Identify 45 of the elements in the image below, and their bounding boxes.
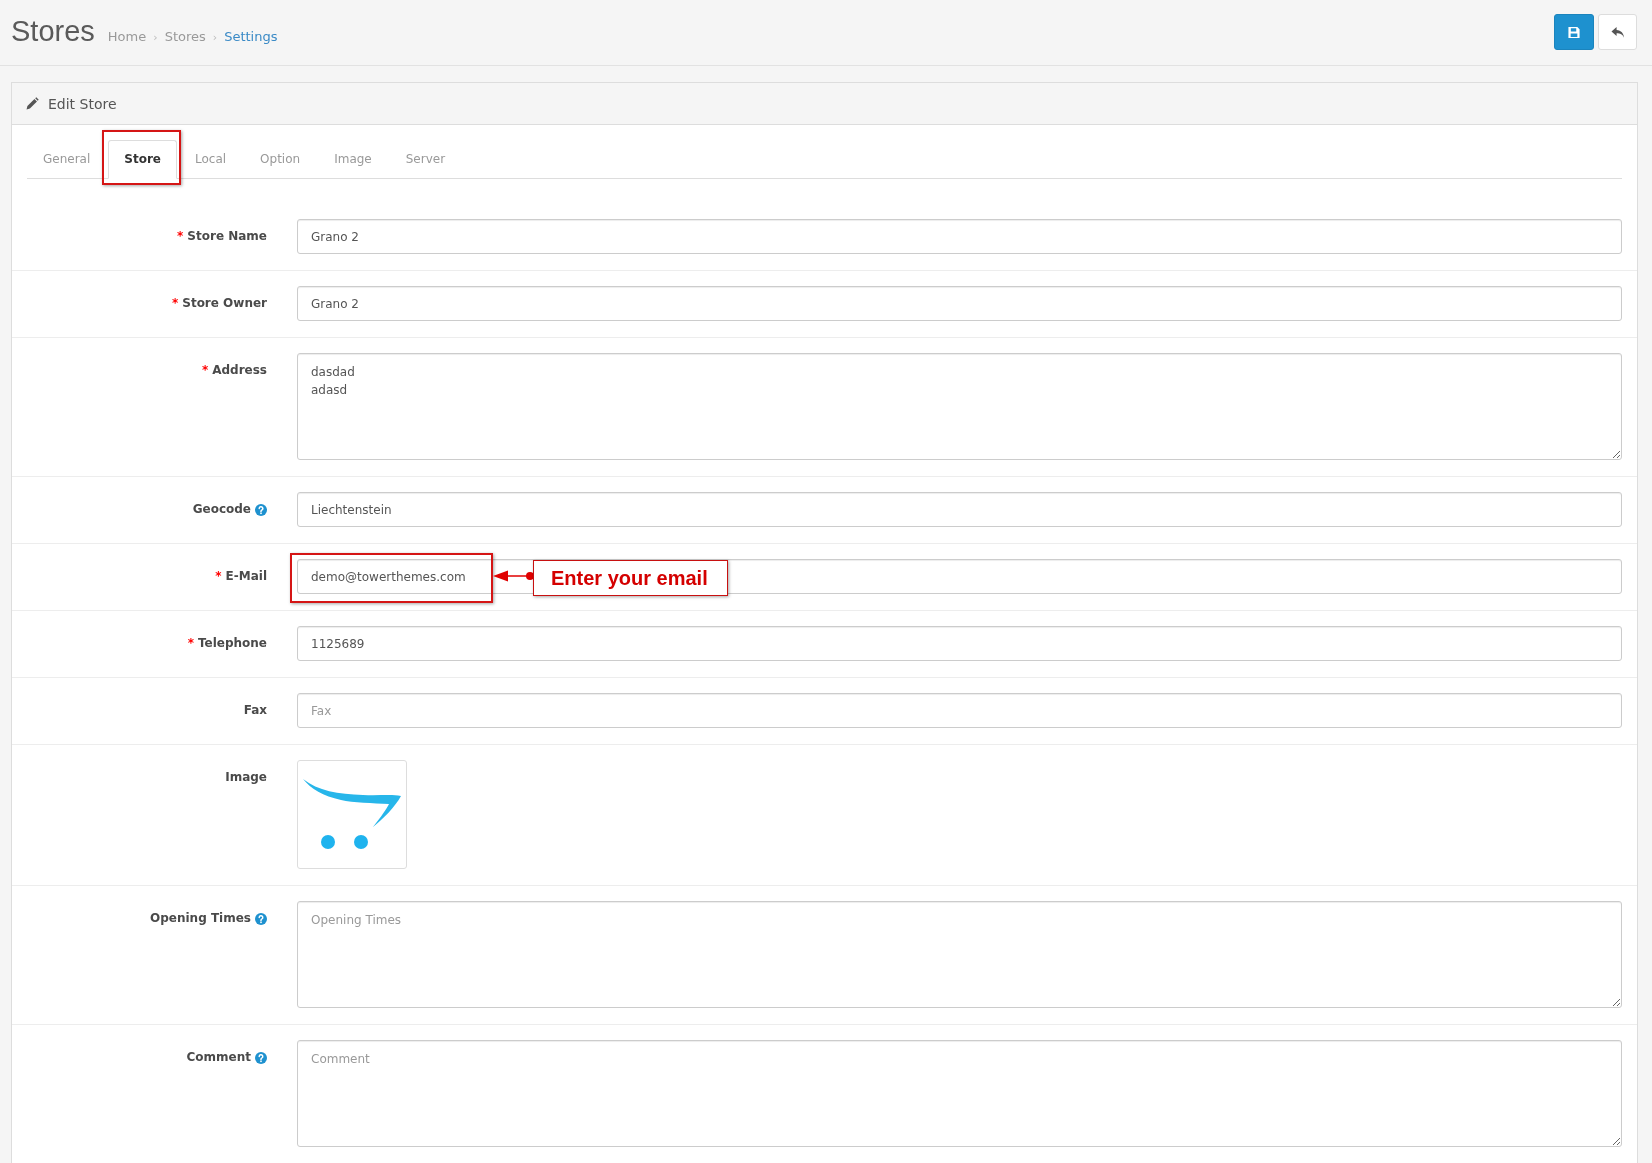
field-label: Comment xyxy=(186,1049,251,1066)
required-mark: * xyxy=(177,228,184,245)
field-label: Fax xyxy=(243,702,267,719)
arrow-icon xyxy=(493,569,534,583)
text-area[interactable]: dasdad adasd xyxy=(297,353,1622,460)
tab[interactable]: Store xyxy=(108,140,177,179)
field-label: Image xyxy=(225,769,267,786)
text-input[interactable]: 1125689 xyxy=(297,626,1622,661)
field-label: Geocode xyxy=(192,501,251,518)
back-button[interactable] xyxy=(1598,14,1637,50)
field-label: Opening Times xyxy=(150,910,251,927)
breadcrumb-separator: › xyxy=(152,30,159,44)
cart-logo-icon xyxy=(303,777,403,850)
reply-arrow-icon xyxy=(1610,25,1625,39)
text-area[interactable]: Opening Times xyxy=(297,901,1622,1008)
text-input[interactable]: Grano 2 xyxy=(297,286,1622,321)
field-label: Store Name xyxy=(187,228,267,245)
required-mark: * xyxy=(171,295,179,312)
field-label: Store Owner xyxy=(182,295,267,312)
save-icon xyxy=(1567,25,1581,39)
tab[interactable]: Server xyxy=(389,140,462,179)
save-button[interactable] xyxy=(1554,14,1594,50)
breadcrumb-link[interactable]: Stores xyxy=(164,28,206,44)
image-thumbnail[interactable] xyxy=(297,760,407,869)
breadcrumb-link[interactable]: Home xyxy=(107,28,147,44)
tab[interactable]: Local xyxy=(179,140,243,179)
tab[interactable]: Image xyxy=(318,140,388,179)
callout-note: Enter your email xyxy=(533,560,728,596)
required-mark: * xyxy=(215,568,222,585)
text-input[interactable]: Liechtenstein xyxy=(297,492,1622,527)
breadcrumb-separator: › xyxy=(211,30,219,44)
tab[interactable]: Option xyxy=(244,140,317,179)
breadcrumb-link[interactable]: Settings xyxy=(224,28,278,44)
field-label: Telephone xyxy=(197,635,267,652)
text-input[interactable]: Grano 2 xyxy=(297,219,1622,254)
pencil-icon xyxy=(26,97,39,110)
text-input[interactable]: Fax xyxy=(297,693,1622,728)
text-area[interactable]: Comment xyxy=(297,1040,1622,1147)
panel-title: Edit Store xyxy=(48,95,117,112)
required-mark: * xyxy=(201,362,209,379)
page-title: Stores xyxy=(11,16,95,46)
required-mark: * xyxy=(187,635,194,652)
field-label: Address xyxy=(212,362,267,379)
tab[interactable]: General xyxy=(27,140,107,179)
field-label: E-Mail xyxy=(225,568,267,585)
